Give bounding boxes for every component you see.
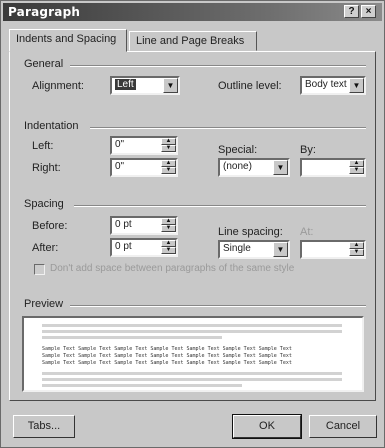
help-button[interactable]: ? [344, 5, 359, 18]
general-heading: General [24, 58, 64, 70]
dont-add-space-label: Don't add space between paragraphs of th… [50, 263, 295, 274]
chevron-down-icon[interactable]: ▼ [273, 242, 288, 257]
alignment-value: Left [115, 79, 136, 90]
space-before-spinner[interactable]: ▲ ▼ [161, 218, 176, 233]
right-indent-value: 0" [115, 161, 125, 172]
right-indent-spinner[interactable]: ▲ ▼ [161, 160, 176, 175]
right-indent-label: Right: [32, 162, 61, 174]
preview-separator [70, 305, 366, 307]
chevron-down-icon[interactable]: ▼ [273, 160, 288, 175]
special-value: (none) [223, 161, 252, 172]
space-before-input[interactable]: 0 pt ▲ ▼ [110, 216, 178, 235]
at-label: At: [300, 226, 314, 238]
at-spinner[interactable]: ▲ ▼ [349, 242, 364, 257]
by-spinner[interactable]: ▲ ▼ [349, 160, 364, 175]
dont-add-space-checkbox[interactable] [34, 264, 45, 275]
space-after-spinner[interactable]: ▲ ▼ [161, 240, 176, 255]
space-after-value: 0 pt [115, 241, 132, 252]
at-input[interactable]: ▲ ▼ [300, 240, 366, 259]
space-after-input[interactable]: 0 pt ▲ ▼ [110, 238, 178, 257]
line-spacing-select[interactable]: Single ▼ [218, 240, 290, 259]
left-indent-spinner[interactable]: ▲ ▼ [161, 138, 176, 153]
preview-following-paragraph [42, 384, 242, 387]
chevron-down-icon[interactable]: ▼ [349, 78, 364, 93]
by-input[interactable]: ▲ ▼ [300, 158, 366, 177]
cancel-button[interactable]: Cancel [309, 415, 377, 438]
tab-indents-label: Indents and Spacing [16, 33, 117, 45]
outline-level-value: Body text [305, 79, 347, 90]
ok-button[interactable]: OK [232, 414, 302, 439]
left-indent-label: Left: [32, 140, 54, 152]
before-label: Before: [32, 220, 68, 232]
spacing-separator [74, 205, 366, 207]
up-arrow-icon[interactable]: ▲ [161, 138, 176, 145]
by-label: By: [300, 144, 316, 156]
preview-previous-paragraph [42, 324, 342, 327]
down-arrow-icon[interactable]: ▼ [161, 145, 176, 152]
preview-previous-paragraph [42, 330, 342, 333]
alignment-select[interactable]: Left ▼ [110, 76, 180, 95]
up-arrow-icon[interactable]: ▲ [161, 160, 176, 167]
preview-sample-line: Sample Text Sample Text Sample Text Samp… [42, 360, 292, 366]
paragraph-dialog: Paragraph ? × Indents and Spacing Line a… [0, 0, 385, 448]
preview-following-paragraph [42, 372, 342, 375]
up-arrow-icon[interactable]: ▲ [161, 218, 176, 225]
down-arrow-icon[interactable]: ▼ [349, 249, 364, 256]
preview-heading: Preview [24, 298, 64, 310]
general-separator [70, 65, 366, 67]
up-arrow-icon[interactable]: ▲ [349, 160, 364, 167]
down-arrow-icon[interactable]: ▼ [161, 247, 176, 254]
down-arrow-icon[interactable]: ▼ [161, 225, 176, 232]
tab-panel: General Alignment: Left ▼ Outline level:… [9, 51, 376, 401]
preview-sample-line: Sample Text Sample Text Sample Text Samp… [42, 353, 292, 359]
special-label: Special: [218, 144, 258, 156]
line-spacing-label: Line spacing: [218, 226, 283, 238]
left-indent-value: 0" [115, 139, 125, 150]
special-select[interactable]: (none) ▼ [218, 158, 290, 177]
preview-following-paragraph [42, 378, 342, 381]
alignment-label: Alignment: [32, 80, 84, 92]
close-button[interactable]: × [361, 5, 376, 18]
space-before-value: 0 pt [115, 219, 132, 230]
after-label: After: [32, 242, 59, 254]
outline-level-label: Outline level: [218, 80, 282, 92]
dialog-title: Paragraph [8, 5, 81, 19]
up-arrow-icon[interactable]: ▲ [161, 240, 176, 247]
left-indent-input[interactable]: 0" ▲ ▼ [110, 136, 178, 155]
down-arrow-icon[interactable]: ▼ [161, 167, 176, 174]
down-arrow-icon[interactable]: ▼ [349, 167, 364, 174]
preview-previous-paragraph [42, 336, 222, 339]
line-spacing-value: Single [223, 243, 251, 254]
title-bar[interactable]: Paragraph ? × [3, 3, 382, 21]
spacing-heading: Spacing [24, 198, 64, 210]
up-arrow-icon[interactable]: ▲ [349, 242, 364, 249]
indentation-separator [90, 127, 366, 129]
tab-indents-and-spacing[interactable]: Indents and Spacing [9, 29, 127, 52]
preview-sample-line: Sample Text Sample Text Sample Text Samp… [42, 346, 292, 352]
right-indent-input[interactable]: 0" ▲ ▼ [110, 158, 178, 177]
indentation-heading: Indentation [24, 120, 79, 132]
chevron-down-icon[interactable]: ▼ [163, 78, 178, 93]
preview-pane: Sample Text Sample Text Sample Text Samp… [22, 316, 364, 392]
tab-line-and-page-breaks[interactable]: Line and Page Breaks [129, 31, 257, 51]
tabs-button[interactable]: Tabs... [13, 415, 75, 438]
tab-linebreaks-label: Line and Page Breaks [136, 35, 245, 47]
outline-level-select[interactable]: Body text ▼ [300, 76, 366, 95]
